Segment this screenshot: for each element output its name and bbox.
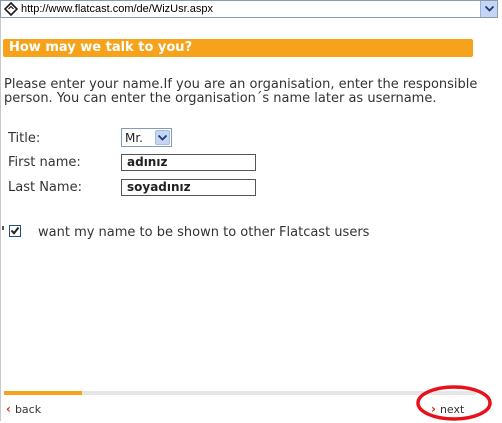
section-header: How may we talk to you? [3, 39, 473, 57]
back-button[interactable]: ‹ back [6, 402, 41, 416]
first-name-field[interactable]: adınız [121, 154, 256, 171]
address-bar[interactable]: http://www.flatcast.com/de/WizUsr.aspx [0, 0, 498, 18]
title-label: Title: [8, 131, 41, 146]
back-label: back [14, 402, 42, 416]
page-icon [4, 2, 18, 16]
wizard-progress [4, 391, 476, 395]
intro-text: Please enter your name.If you are an org… [4, 77, 478, 106]
show-name-label: want my name to be shown to other Flatca… [38, 225, 370, 240]
chevron-down-icon [484, 6, 494, 12]
title-select[interactable]: Mr. [121, 128, 172, 147]
chevron-down-icon [158, 134, 167, 141]
first-name-label: First name: [8, 155, 81, 170]
annotation-circle [416, 385, 492, 421]
last-name-field[interactable]: soyadınız [121, 179, 256, 196]
address-url[interactable]: http://www.flatcast.com/de/WizUsr.aspx [21, 3, 480, 15]
show-name-checkbox[interactable] [9, 225, 21, 237]
wizard-progress-fill [4, 391, 82, 395]
title-select-value: Mr. [125, 130, 143, 145]
title-select-button[interactable] [155, 130, 170, 145]
address-dropdown-button[interactable] [480, 1, 497, 17]
chevron-left-icon: ‹ [6, 402, 11, 416]
checkmark-icon [10, 226, 20, 235]
marker-dot [2, 226, 4, 230]
last-name-label: Last Name: [8, 180, 82, 195]
